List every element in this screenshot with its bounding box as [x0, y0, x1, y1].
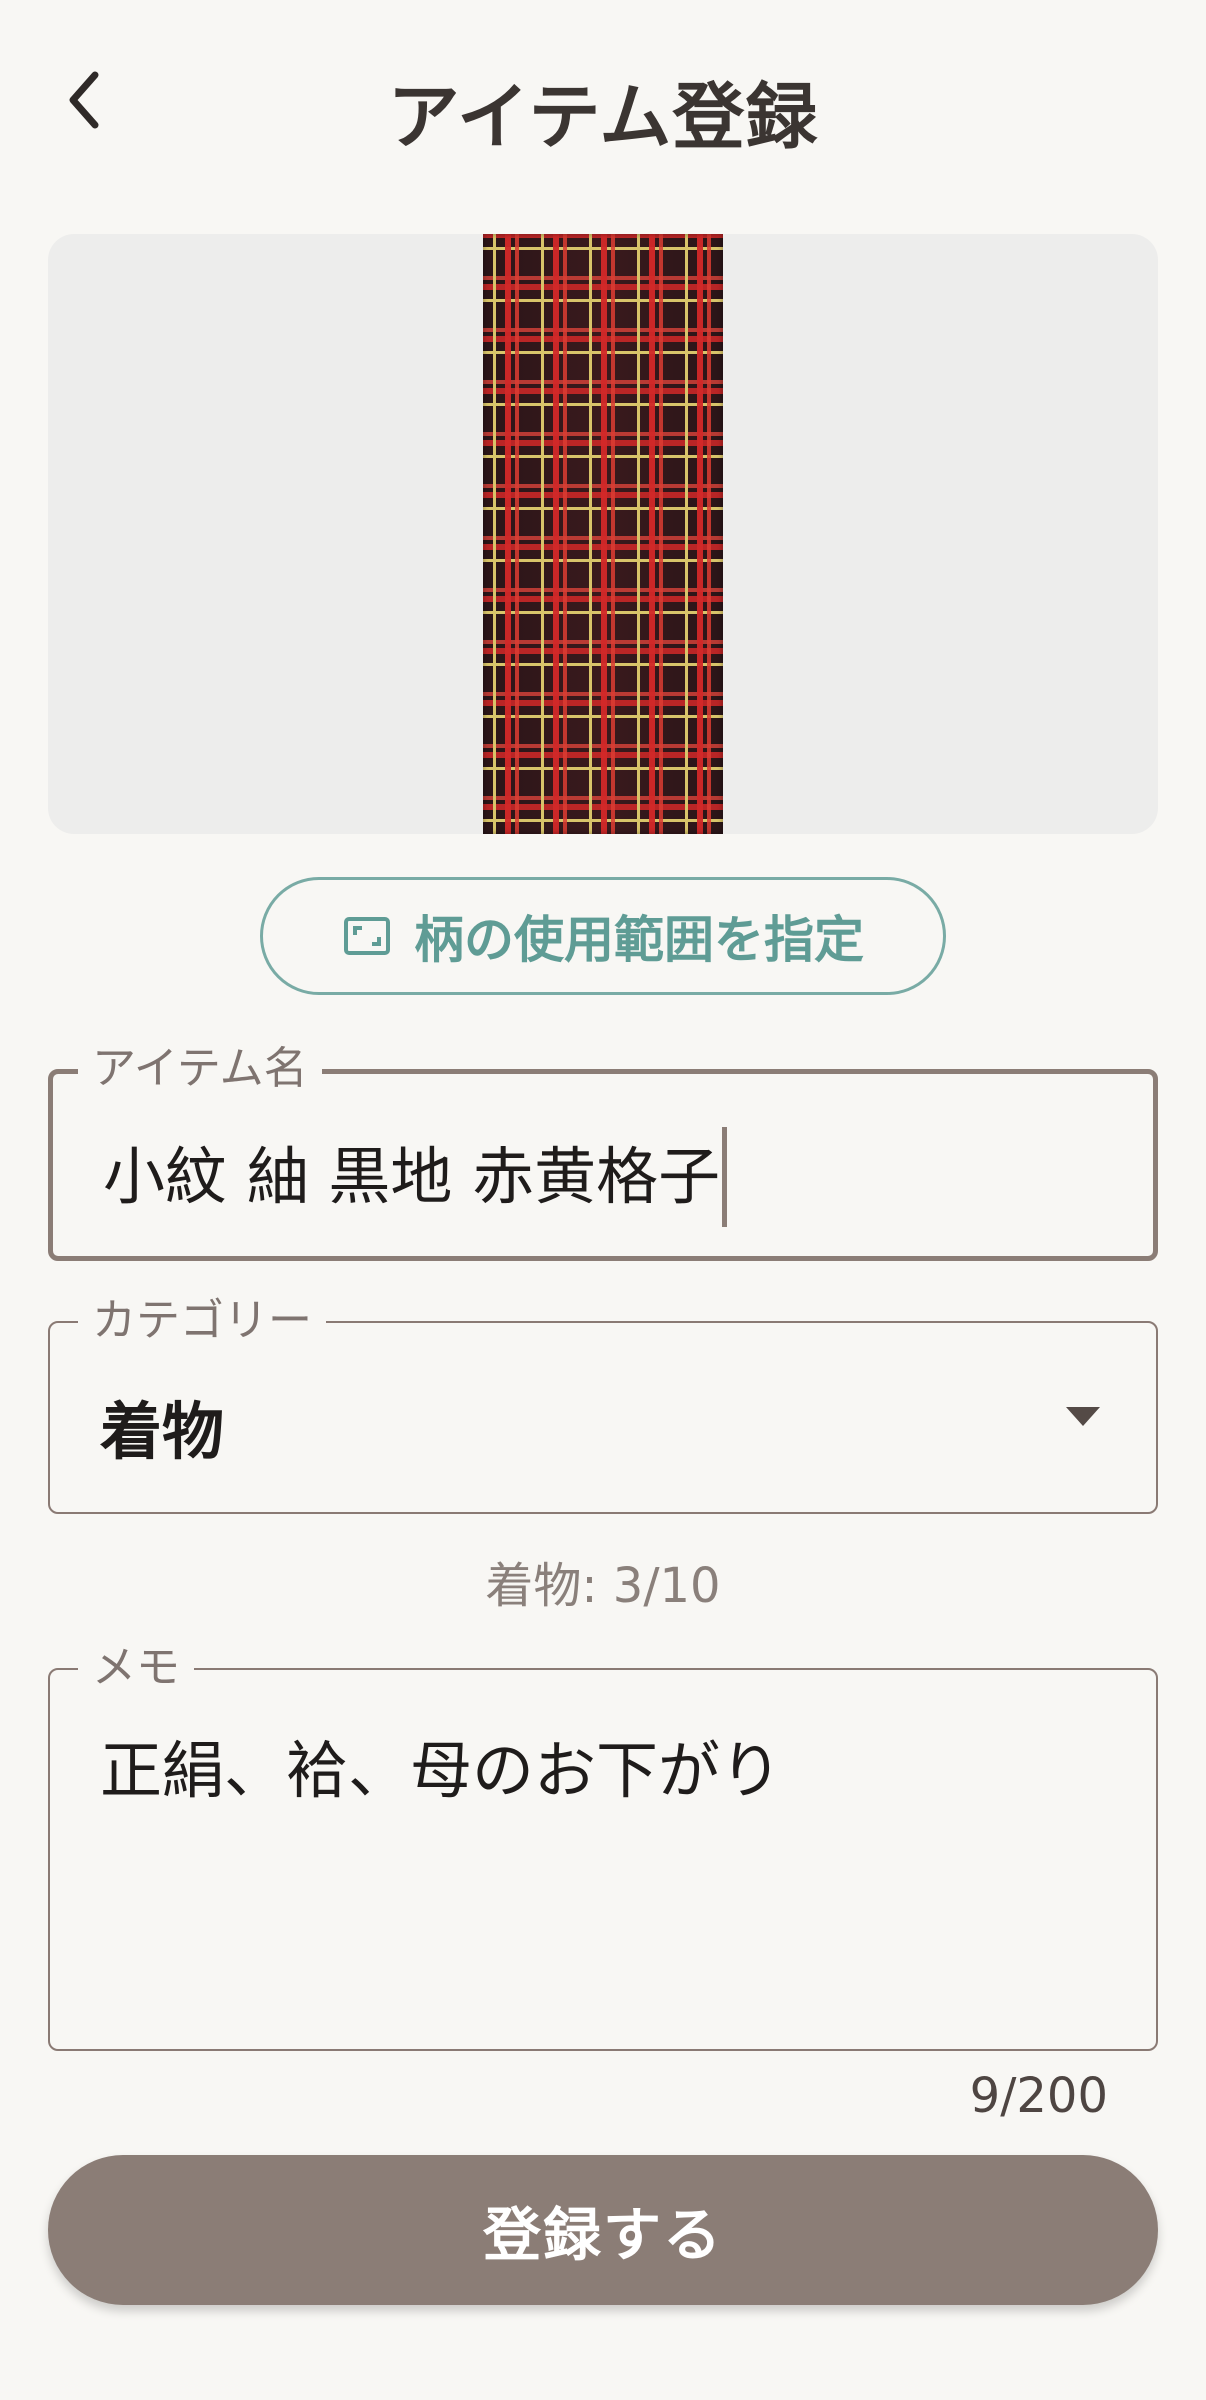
- category-select[interactable]: カテゴリー 着物: [48, 1293, 1158, 1514]
- app-header: アイテム登録: [0, 0, 1206, 200]
- crop-frame-icon: [344, 917, 390, 955]
- submit-button[interactable]: 登録する: [48, 2155, 1158, 2305]
- item-name-label: アイテム名: [78, 1041, 322, 1097]
- fabric-image: [483, 234, 723, 834]
- memo-value: 正絹、袷、母のお下がり: [100, 1734, 783, 1807]
- submit-label: 登録する: [482, 2201, 723, 2269]
- memo-counter: 9/200: [969, 2068, 1108, 2124]
- item-name-value: 小紋 紬 黒地 赤黄格子: [103, 1140, 721, 1213]
- pattern-range-label: 柄の使用範囲を指定: [414, 911, 864, 969]
- category-value: 着物: [100, 1395, 225, 1468]
- text-cursor: [722, 1126, 728, 1227]
- memo-label: メモ: [78, 1640, 194, 1696]
- image-preview: [48, 234, 1158, 834]
- category-label: カテゴリー: [78, 1293, 326, 1349]
- memo-field[interactable]: メモ 正絹、袷、母のお下がり: [48, 1640, 1158, 2051]
- page-title: アイテム登録: [387, 75, 819, 159]
- pattern-range-button[interactable]: 柄の使用範囲を指定: [260, 877, 946, 995]
- item-name-value-wrap: 小紋 紬 黒地 赤黄格子: [103, 1126, 728, 1231]
- item-name-field[interactable]: アイテム名 小紋 紬 黒地 赤黄格子: [48, 1041, 1158, 1261]
- category-count: 着物: 3/10: [485, 1558, 721, 1614]
- dropdown-arrow-icon: [1066, 1407, 1100, 1426]
